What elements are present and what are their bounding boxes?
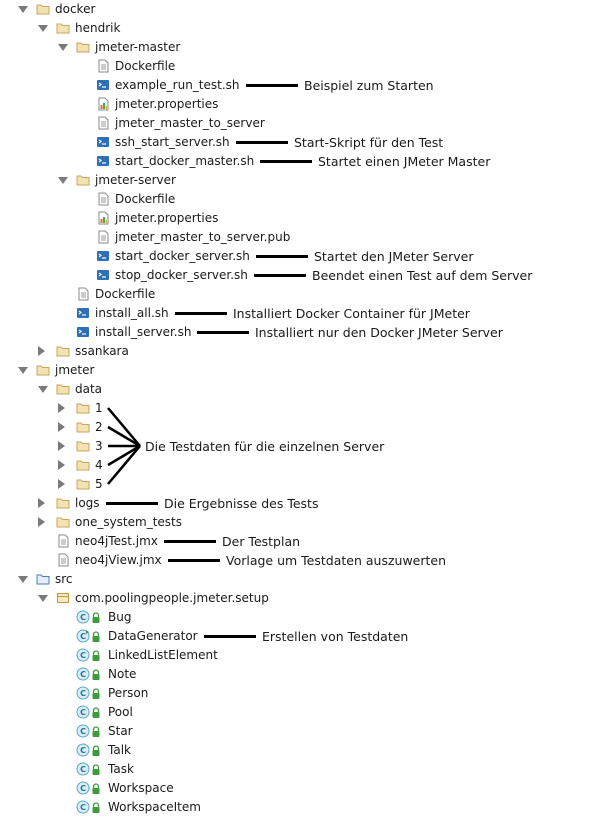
annotation-fan-arrows xyxy=(107,407,141,485)
annotation-arrow-line xyxy=(107,425,141,448)
annotation-arrow-line xyxy=(107,445,141,485)
annotation-arrow-line xyxy=(107,407,141,447)
annotation-arrow-line xyxy=(107,444,141,467)
